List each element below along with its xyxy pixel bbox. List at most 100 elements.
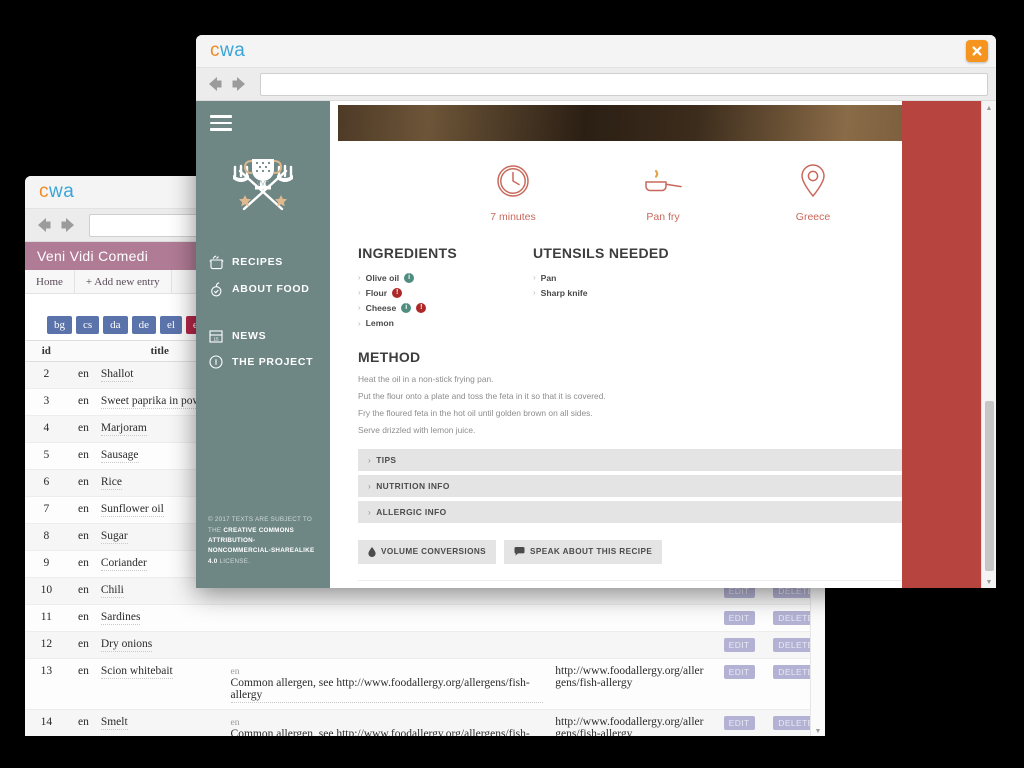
ingredients-heading: INGREDIENTS — [358, 245, 457, 261]
cell-id: 6 — [25, 469, 68, 497]
recipe-logo: cwa — [210, 40, 245, 62]
cell-edit-button[interactable]: EDIT — [711, 631, 768, 659]
cell-title[interactable]: Scion whitebait — [94, 658, 225, 710]
location-pin-icon — [801, 164, 825, 198]
cell-edit-button[interactable]: EDIT — [711, 709, 768, 736]
ingredient-badge-warn[interactable]: ! — [392, 287, 403, 298]
cell-title[interactable]: Sardines — [94, 604, 225, 632]
subnav-add-new-entry[interactable]: + Add new entry — [75, 270, 172, 293]
accordion-tips[interactable]: › TIPS — [358, 448, 970, 471]
sidebar-item-recipes[interactable]: RECIPES — [196, 249, 330, 276]
forward-arrow-icon[interactable] — [57, 214, 79, 236]
cell-description[interactable] — [224, 604, 550, 632]
cell-url[interactable] — [549, 604, 712, 632]
calendar-icon: 15 — [208, 328, 232, 344]
back-arrow-icon[interactable] — [33, 214, 55, 236]
language-chip-cs[interactable]: cs — [76, 316, 100, 334]
close-button[interactable] — [966, 40, 988, 62]
meta-time-label: 7 minutes — [490, 211, 536, 223]
pot-icon — [208, 254, 232, 271]
scroll-down-arrow-icon[interactable]: ▼ — [811, 724, 825, 736]
table-row[interactable]: 14 en Smelt en Common allergen, see http://… — [25, 709, 825, 736]
cell-url[interactable]: http://www.foodallergy.org/allergens/fis… — [549, 658, 712, 710]
cell-lang-tag: en — [67, 604, 95, 632]
sidebar-item-about-food[interactable]: ABOUT FOOD — [196, 276, 330, 303]
language-chip-bg[interactable]: bg — [47, 316, 72, 334]
chevron-right-icon: › — [358, 273, 361, 283]
cell-url[interactable]: http://www.foodallergy.org/allergens/fis… — [549, 709, 712, 736]
cell-id: 8 — [25, 523, 68, 551]
ingredient-badge-info[interactable]: i — [404, 272, 415, 283]
accordion-allergic-info[interactable]: › ALLERGIC INFO — [358, 500, 970, 523]
ingredient-name: Lemon — [365, 318, 394, 329]
subnav-home[interactable]: Home — [25, 270, 75, 293]
table-row[interactable]: 13 en Scion whitebait en Common allergen, s… — [25, 658, 825, 710]
admin-logo: cwa — [39, 181, 74, 203]
svg-text:15: 15 — [213, 336, 219, 341]
cell-id: 13 — [25, 658, 68, 710]
cell-title[interactable]: Dry onions — [94, 631, 225, 659]
cell-id: 10 — [25, 577, 68, 605]
ingredient-item[interactable]: › Olive oil i — [358, 270, 533, 285]
sidebar-item-the-project[interactable]: THE PROJECT — [196, 349, 330, 375]
recipe-window[interactable]: cwa VVC RECIPES ABOUT FOOD 15 NEWS THE P… — [196, 35, 996, 588]
ingredient-item[interactable]: › Cheese i! — [358, 300, 533, 315]
speak-about-recipe-button[interactable]: SPEAK ABOUT THIS RECIPE — [504, 539, 663, 564]
table-row[interactable]: 11 en Sardines EDIT DELETE — [25, 604, 825, 632]
ingredient-item[interactable]: › Lemon — [358, 316, 533, 331]
cell-lang-tag: en — [67, 469, 95, 497]
meta-origin-label: Greece — [795, 211, 831, 223]
recipe-scrollbar[interactable]: ▲ ▼ — [981, 101, 996, 588]
language-chip-el[interactable]: el — [159, 316, 182, 334]
method-step: Fry the floured feta in the hot oil unti… — [358, 407, 593, 418]
chevron-right-icon: › — [533, 273, 536, 283]
volume-conversions-button[interactable]: VOLUME CONVERSIONS — [358, 539, 497, 564]
forward-arrow-icon[interactable] — [228, 73, 250, 95]
site-title: Veni Vidi Comedi — [37, 248, 149, 264]
apple-icon — [208, 281, 232, 298]
frying-pan-icon — [645, 169, 682, 192]
cell-id: 11 — [25, 604, 68, 632]
sidebar-item-news[interactable]: 15 NEWS — [196, 323, 330, 349]
cell-description[interactable]: en Common allergen, see http://www.fooda… — [224, 658, 550, 710]
cell-title[interactable]: Smelt — [94, 709, 225, 736]
method-step: Serve drizzled with lemon juice. — [358, 424, 476, 435]
meta-time: 7 minutes — [467, 163, 559, 223]
back-arrow-icon[interactable] — [204, 73, 226, 95]
chevron-right-icon: › — [368, 480, 372, 491]
ingredients-column: INGREDIENTS › Olive oil i › Flour! › Cheese i! ›… — [358, 245, 533, 331]
logo-letter-a: a — [234, 40, 246, 61]
logo-letter-c: c — [39, 181, 49, 202]
ingredient-badge-info[interactable]: i — [401, 302, 412, 313]
cell-id: 7 — [25, 496, 68, 524]
cell-description[interactable] — [224, 631, 550, 659]
droplet-icon — [368, 546, 376, 557]
logo-monogram: VVC — [257, 181, 270, 187]
scroll-down-arrow-icon[interactable]: ▼ — [982, 575, 996, 588]
scroll-up-arrow-icon[interactable]: ▲ — [982, 101, 996, 115]
cell-lang-tag: en — [67, 550, 95, 578]
language-chip-de[interactable]: de — [131, 316, 156, 334]
desktop-screen: cwa Veni Vidi Comedi Home + Add new entr… — [0, 0, 1024, 768]
cell-url[interactable] — [549, 631, 712, 659]
hamburger-menu-icon[interactable] — [210, 115, 232, 131]
ingredient-badge-warn[interactable]: ! — [416, 302, 427, 313]
table-row[interactable]: 12 en Dry onions EDIT DELETE — [25, 631, 825, 659]
recipe-scroll-thumb[interactable] — [985, 401, 994, 571]
recipe-address-bar[interactable] — [260, 72, 988, 96]
chevron-right-icon: › — [533, 288, 536, 298]
cell-edit-button[interactable]: EDIT — [711, 658, 768, 710]
sidebar-label-news: NEWS — [232, 329, 267, 342]
accordion-nutrition-info[interactable]: › NUTRITION INFO — [358, 474, 970, 497]
ingredient-item[interactable]: › Flour! — [358, 285, 533, 300]
cell-lang-tag: en — [67, 658, 95, 710]
cell-edit-button[interactable]: EDIT — [711, 604, 768, 632]
accordion-group: › TIPS › NUTRITION INFO › ALLERGIC INFO — [358, 448, 970, 523]
recipe-content: 7 minutes Pan fry Greece INGREDIENTS › O… — [330, 101, 996, 588]
language-chip-da[interactable]: da — [103, 316, 128, 334]
cell-description[interactable]: en Common allergen, see http://www.fooda… — [224, 709, 550, 736]
col-header-id[interactable]: id — [25, 340, 68, 362]
logo-letter-c: c — [210, 40, 220, 61]
cell-id: 14 — [25, 709, 68, 736]
